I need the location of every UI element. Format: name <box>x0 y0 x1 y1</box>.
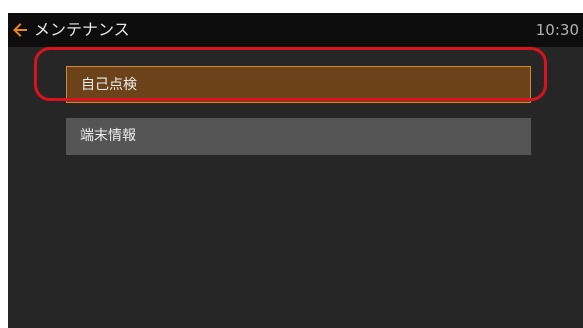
menu-item-label: 自己点検 <box>81 77 137 93</box>
title-bar: メンテナンス 10:30 <box>8 13 583 47</box>
back-arrow-icon[interactable] <box>11 20 29 40</box>
clock-time: 10:30 <box>535 21 579 39</box>
maintenance-screen: メンテナンス 10:30 自己点検 端末情報 <box>8 13 583 328</box>
menu-item-device-info[interactable]: 端末情報 <box>66 118 531 155</box>
menu-item-label: 端末情報 <box>80 128 136 144</box>
menu-item-self-check[interactable]: 自己点検 <box>66 66 531 103</box>
page-title: メンテナンス <box>34 20 130 39</box>
